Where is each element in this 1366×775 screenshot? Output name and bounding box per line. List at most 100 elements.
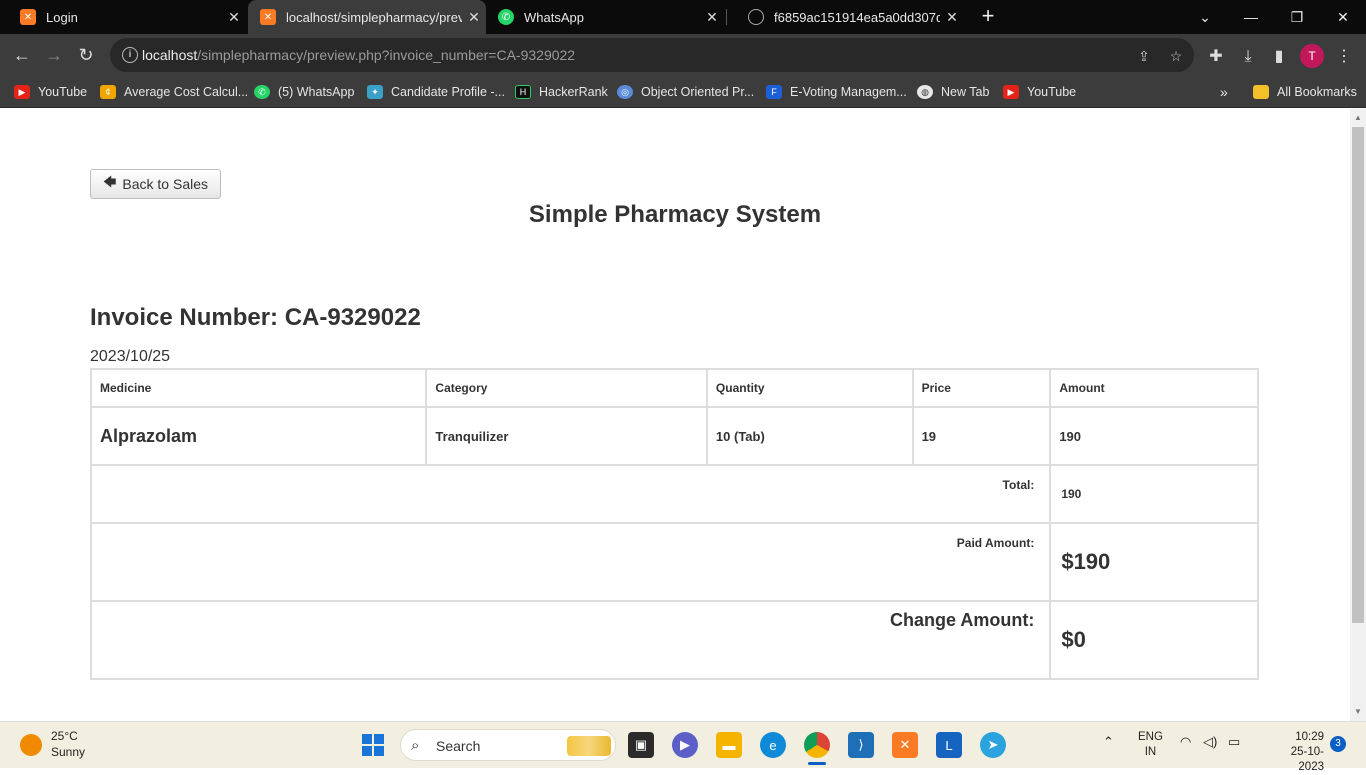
start-button[interactable]	[360, 732, 386, 758]
more-bookmarks-icon[interactable]: »	[1220, 82, 1228, 102]
cell-medicine: Alprazolam	[89, 406, 428, 466]
tab-whatsapp[interactable]: ✆ WhatsApp ✕	[488, 0, 724, 34]
tab-title: localhost/simplepharmacy/previ	[286, 9, 462, 25]
weather-sun-icon[interactable]	[20, 734, 42, 756]
profile-icon: ✦	[367, 85, 383, 99]
minimize-button[interactable]: —	[1228, 0, 1274, 34]
forward-arrow-icon[interactable]: →	[41, 42, 67, 68]
header-price: Price	[911, 368, 1052, 408]
share-icon[interactable]: ⇪	[1134, 46, 1154, 66]
site-info-icon[interactable]: i	[122, 47, 138, 63]
xampp-icon[interactable]: ✕	[892, 732, 918, 758]
page-scrollbar[interactable]: ▲ ▼	[1350, 109, 1366, 721]
edge-icon[interactable]: e	[760, 732, 786, 758]
bookmark-oop[interactable]: ◎ Object Oriented Pr...	[617, 82, 754, 102]
task-view-icon[interactable]: ▣	[628, 732, 654, 758]
taskbar-search[interactable]: ⌕ Search	[400, 729, 616, 761]
back-to-sales-button[interactable]: 🡄 Back to Sales	[90, 169, 221, 199]
wifi-icon[interactable]: ◠	[1180, 734, 1191, 750]
address-bar[interactable]: i localhost/simplepharmacy/preview.php?i…	[110, 38, 1194, 72]
whatsapp-icon: ✆	[254, 85, 270, 99]
profile-avatar[interactable]: T	[1300, 44, 1324, 68]
change-row: Change Amount: $0	[89, 600, 1259, 680]
side-panel-icon[interactable]: ▮	[1267, 45, 1291, 69]
lang-code: ENG	[1138, 731, 1163, 743]
total-value: 190	[1049, 464, 1259, 524]
bookmark-average-cost[interactable]: ¢ Average Cost Calcul...	[100, 82, 248, 102]
bookmark-new-tab[interactable]: ◍ New Tab	[917, 82, 989, 102]
scroll-up-icon[interactable]: ▲	[1350, 111, 1366, 125]
close-tab-icon[interactable]: ✕	[940, 9, 964, 26]
volume-icon[interactable]: ◁)	[1203, 734, 1217, 750]
battery-icon[interactable]: ▭	[1228, 734, 1240, 750]
download-icon[interactable]: ⤓	[1236, 45, 1260, 69]
extensions-icon[interactable]: ✚	[1204, 45, 1228, 69]
teams-chat-icon[interactable]: ▶	[672, 732, 698, 758]
browser-toolbar: ← → ↻ i localhost/simplepharmacy/preview…	[0, 34, 1366, 76]
tab-login[interactable]: ✕ Login ✕	[0, 0, 246, 34]
telegram-icon[interactable]: ➤	[980, 732, 1006, 758]
bookmarks-bar: ▶ YouTube ¢ Average Cost Calcul... ✆ (5) Wh…	[0, 76, 1366, 108]
change-value: $0	[1049, 600, 1259, 680]
restore-button[interactable]: ❐	[1274, 0, 1320, 34]
close-tab-icon[interactable]: ✕	[700, 9, 724, 26]
calculator-icon: ¢	[100, 85, 116, 99]
clock-date: 25-10-2023	[1290, 746, 1324, 773]
invoice-title: Invoice Number: CA-9329022	[90, 304, 421, 331]
hackerrank-icon: H	[515, 85, 531, 99]
paid-label: Paid Amount:	[89, 522, 1052, 602]
globe-icon	[748, 9, 764, 25]
system-clock[interactable]: 10:29 25-10-2023	[1282, 730, 1324, 775]
bookmark-star-icon[interactable]: ☆	[1166, 46, 1186, 66]
file-explorer-icon[interactable]: ▬	[716, 732, 742, 758]
bookmark-candidate-profile[interactable]: ✦ Candidate Profile -...	[367, 82, 505, 102]
vscode-icon[interactable]: ⟩	[848, 732, 874, 758]
tab-separator	[726, 9, 727, 25]
search-icon: ⌕	[411, 737, 420, 754]
all-bookmarks[interactable]: All Bookmarks	[1253, 82, 1357, 102]
scrollbar-thumb[interactable]	[1352, 127, 1364, 623]
reload-icon[interactable]: ↻	[73, 42, 99, 68]
cell-amount: 190	[1049, 406, 1259, 466]
clock-time: 10:29	[1295, 731, 1324, 743]
globe-icon: ◍	[917, 85, 933, 99]
invoice-table: Medicine Category Quantity Price Amount …	[89, 368, 1259, 680]
tab-search-icon[interactable]: ⌄	[1182, 0, 1228, 34]
cell-quantity: 10 (Tab)	[705, 406, 914, 466]
weather-condition[interactable]: Sunny	[51, 745, 85, 759]
tab-hash[interactable]: f6859ac151914ea5a0dd307d2e0 ✕	[728, 0, 964, 34]
url-text[interactable]: localhost/simplepharmacy/preview.php?inv…	[142, 47, 575, 63]
table-header-row: Medicine Category Quantity Price Amount	[89, 368, 1259, 408]
bookmark-youtube-2[interactable]: ▶ YouTube	[1003, 82, 1076, 102]
bookmark-hackerrank[interactable]: H HackerRank	[515, 82, 608, 102]
evoting-icon: F	[766, 85, 782, 99]
close-tab-icon[interactable]: ✕	[462, 9, 486, 26]
tab-title: f6859ac151914ea5a0dd307d2e0	[774, 9, 940, 25]
close-tab-icon[interactable]: ✕	[222, 9, 246, 26]
new-tab-button[interactable]: +	[976, 4, 1000, 28]
back-arrow-icon[interactable]: ←	[9, 42, 35, 68]
table-row: Alprazolam Tranquilizer 10 (Tab) 19 190	[89, 406, 1259, 466]
total-row: Total: 190	[89, 464, 1259, 524]
tab-title: Login	[46, 9, 78, 25]
scroll-down-icon[interactable]: ▼	[1350, 705, 1366, 719]
bookmark-whatsapp[interactable]: ✆ (5) WhatsApp	[254, 82, 354, 102]
bookmark-youtube[interactable]: ▶ YouTube	[14, 82, 87, 102]
bookmark-evoting[interactable]: F E-Voting Managem...	[766, 82, 907, 102]
chrome-icon[interactable]	[804, 732, 830, 758]
weather-temperature[interactable]: 25°C	[51, 729, 78, 743]
chevron-up-icon[interactable]: ⌃	[1103, 734, 1114, 750]
menu-dots-icon[interactable]: ⋮	[1332, 45, 1356, 69]
change-label: Change Amount:	[89, 600, 1052, 680]
tab-title: WhatsApp	[524, 9, 584, 25]
language-indicator[interactable]: ENG IN	[1138, 730, 1163, 760]
tab-preview[interactable]: ✕ localhost/simplepharmacy/previ ✕	[248, 0, 486, 34]
notification-badge[interactable]: 3	[1330, 736, 1346, 752]
windows-logo-icon	[362, 734, 384, 756]
l-app-icon[interactable]: L	[936, 732, 962, 758]
whatsapp-icon: ✆	[498, 9, 514, 25]
close-window-button[interactable]: ✕	[1320, 0, 1366, 34]
chrome-active-indicator	[808, 762, 826, 765]
browser-tab-strip: ✕ Login ✕ ✕ localhost/simplepharmacy/pre…	[0, 0, 1366, 34]
cell-category: Tranquilizer	[425, 406, 708, 466]
